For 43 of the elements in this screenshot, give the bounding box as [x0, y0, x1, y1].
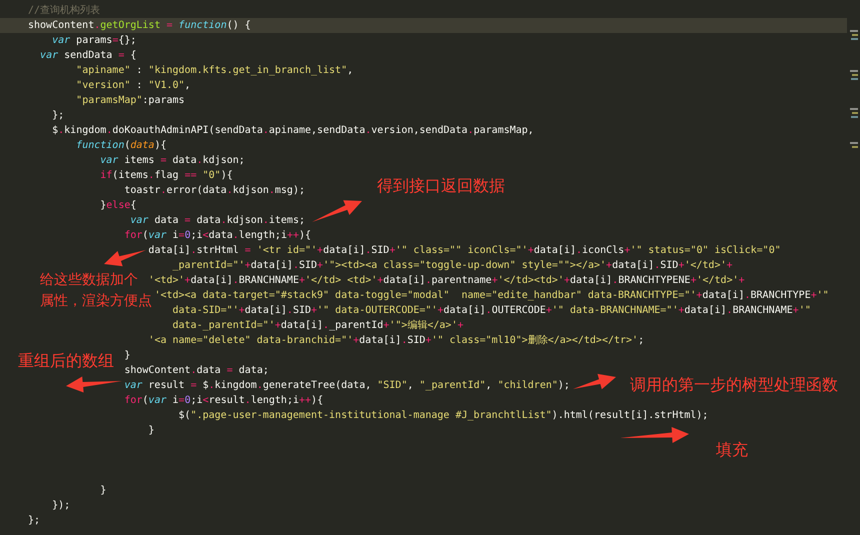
annotation-arrow — [66, 376, 122, 392]
code-line: } — [148, 424, 154, 437]
annotation-note: 得到接口返回数据 — [377, 175, 505, 197]
code-line: "apiname" : "kingdom.kfts.get_in_branch_list", — [76, 64, 354, 77]
code-line: }); — [52, 499, 70, 512]
code-line: }; — [52, 109, 64, 122]
code-line: } — [100, 484, 106, 497]
code-line: $.kingdom.doKoauthAdminAPI(sendData.apiname,sendData.version,sendData.paramsMap, — [52, 124, 534, 137]
code-line: var result = $.kingdom.generateTree(data, "SID", "_parentId", "children"); — [124, 379, 570, 392]
code-line: data-_parentId="'+data[i]._parentId+'">编辑</a>'+ — [172, 319, 464, 332]
annotation-note: 填充 — [716, 439, 748, 461]
annotation-note: 调用的第一步的树型处理函数 — [630, 374, 838, 396]
annotation-arrow — [312, 200, 362, 222]
code-line: var items = data.kdjson; — [100, 154, 245, 167]
code-line: if(items.flag == "0"){ — [100, 169, 233, 182]
code-line: "paramsMap":params — [76, 94, 185, 107]
code-line: var data = data.kdjson.items; — [130, 214, 305, 227]
annotation-note: 重组后的数组 — [18, 350, 114, 372]
code-line: toastr.error(data.kdjson.msg); — [124, 184, 305, 197]
annotation-arrow — [620, 427, 689, 443]
code-line: $(".page-user-management-institutional-manage #J_branchtlList").html(result[i].strHtml); — [178, 409, 708, 422]
code-line: function(data){ — [76, 139, 167, 152]
code-line: //查询机构列表 — [28, 4, 100, 17]
annotation-arrow — [104, 250, 146, 266]
code-line: }else{ — [100, 199, 136, 212]
code-line: showContent.getOrgList = function() { — [28, 19, 251, 32]
code-line: var params={}; — [52, 34, 136, 47]
code-line: '<td><a data-target="#stack9" data-toggle="modal" name="edite_handbar" data-BRANCHTYPE="'+data[i].BRANCHTYPE+'" — [154, 289, 829, 302]
annotation-note: 给这些数据加个 — [40, 271, 138, 290]
code-line: for(var i=0;i<data.length;i++){ — [124, 229, 312, 242]
code-line: } — [124, 349, 130, 362]
annotation-note: 属性，渲染方便点 — [40, 292, 152, 311]
code-line: for(var i=0;i<result.length;i++){ — [124, 394, 324, 407]
code-line: var sendData = { — [40, 49, 136, 62]
code-line: '<td>'+data[i].BRANCHNAME+'</td> <td>'+data[i].parentname+'</td><td>'+data[i].BRANCHTYPENE+'</td>'+ — [148, 274, 745, 287]
code-line: }; — [28, 514, 40, 527]
code-line: data-SID="'+data[i].SID+'" data-OUTERCODE="'+data[i].OUTERCODE+'" data-BRANCHNAME="'+data[i].BRANCHNAME+'" — [172, 304, 811, 317]
code-line: '<a name="delete" data-branchid="'+data[i].SID+'" class="ml10">删除</a></td></tr>'; — [148, 334, 644, 347]
code-line: _parentId="'+data[i].SID+'"><td><a class="toggle-up-down" style=""></a>'+data[i].SID+'</td>'+ — [172, 259, 733, 272]
code-line: "version" : "V1.0", — [76, 79, 191, 92]
annotation-arrow — [573, 374, 616, 390]
code-line: data[i].strHtml = '<tr id="'+data[i].SID+'" class="" iconCls="'+data[i].iconCls+'" status="0" isClick="0" — [148, 244, 781, 257]
code-line: showContent.data = data; — [124, 364, 269, 377]
